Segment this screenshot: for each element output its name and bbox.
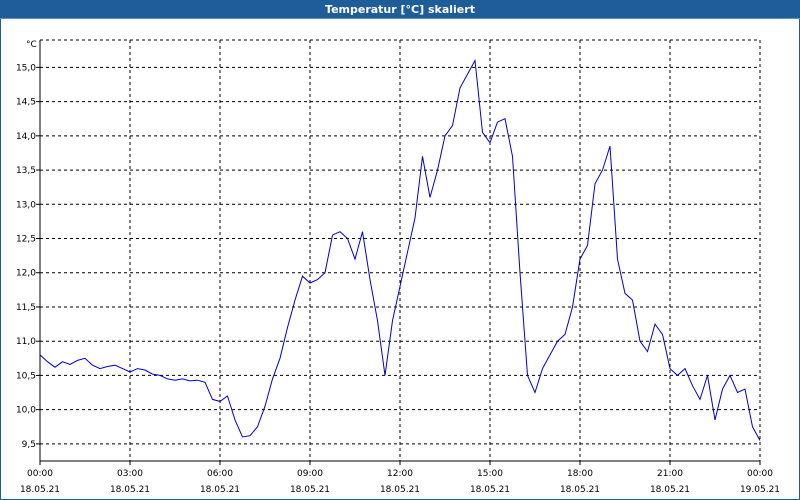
- x-tick-time-label: 06:00: [207, 469, 233, 479]
- x-tick-date-label: 18.05.21: [380, 485, 420, 495]
- x-tick-date-label: 18.05.21: [470, 485, 510, 495]
- y-tick-label: 11,0: [16, 337, 36, 347]
- x-tick-time-label: 09:00: [297, 469, 323, 479]
- y-tick-label: 14,5: [16, 98, 36, 108]
- x-tick-date-label: 19.05.21: [740, 485, 780, 495]
- x-tick-date-label: 18.05.21: [20, 485, 60, 495]
- x-tick-time-label: 18:00: [567, 469, 593, 479]
- y-tick-label: 9,5: [22, 440, 36, 450]
- y-tick-label: 10,0: [16, 406, 36, 416]
- x-tick-date-label: 18.05.21: [110, 485, 150, 495]
- y-tick-label: 14,0: [16, 132, 36, 142]
- x-tick-time-label: 00:00: [747, 469, 773, 479]
- x-tick-date-label: 18.05.21: [200, 485, 240, 495]
- y-tick-label: 13,5: [16, 166, 36, 176]
- x-tick-date-label: 18.05.21: [290, 485, 330, 495]
- x-tick-date-label: 18.05.21: [650, 485, 690, 495]
- y-axis-unit-label: °C: [26, 40, 37, 50]
- x-tick-time-label: 12:00: [387, 469, 413, 479]
- temperature-chart: 9,5 10,0 10,5 11,0 11,5 12,0 12,5 13,0 13,5 14,0 1…: [16, 39, 780, 495]
- y-tick-label: 15,0: [16, 63, 36, 73]
- x-tick-date-label: 18.05.21: [560, 485, 600, 495]
- y-tick-label: 11,5: [16, 303, 36, 313]
- x-tick-time-label: 00:00: [27, 469, 53, 479]
- x-tick-time-label: 15:00: [477, 469, 503, 479]
- x-tick-time-label: 03:00: [117, 469, 143, 479]
- y-tick-label: 12,0: [16, 269, 36, 279]
- x-tick-time-label: 21:00: [657, 469, 683, 479]
- y-tick-label: 13,0: [16, 200, 36, 210]
- y-tick-label: 10,5: [16, 371, 36, 381]
- y-tick-label: 12,5: [16, 235, 36, 245]
